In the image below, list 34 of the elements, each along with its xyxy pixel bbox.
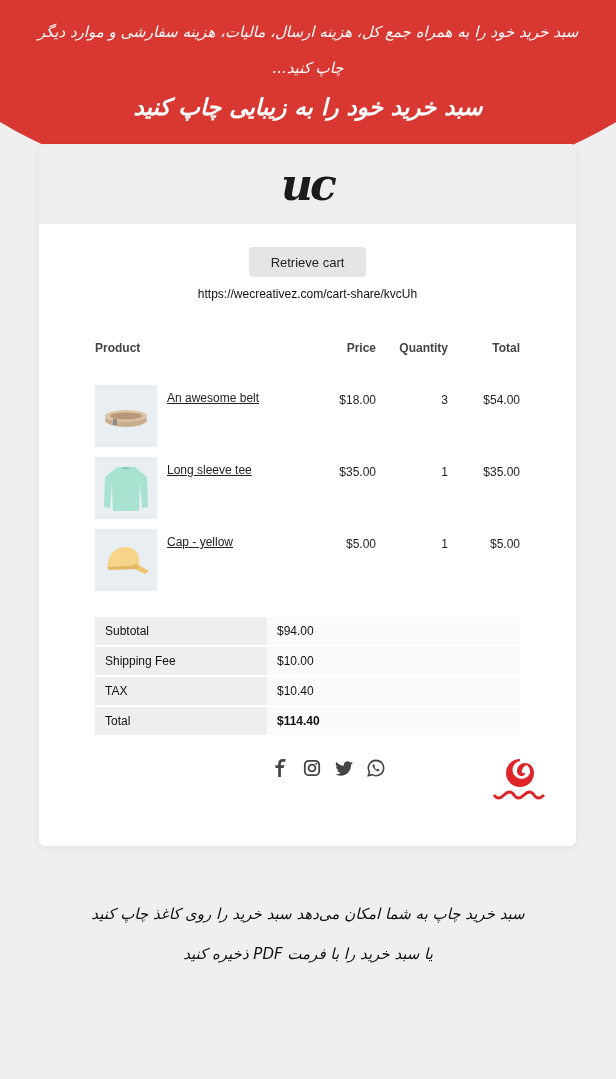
whatsapp-icon[interactable] <box>366 759 385 777</box>
totals-label: Subtotal <box>95 617 267 645</box>
product-link[interactable]: Cap - yellow <box>167 535 234 549</box>
quantity-cell: 1 <box>376 455 448 527</box>
price-cell-text: $18.00 <box>338 392 376 409</box>
totals-label: Total <box>95 707 267 735</box>
banner-subtitle: سبد خرید خود را به همراه جمع کل، هزینه ارسال، مالیات، هزینه سفارشی و موارد دیگر چاپ کنید... <box>35 22 580 79</box>
price-cell-text: $35.00 <box>338 464 376 481</box>
banner-title: سبد خرید خود را به زیبایی چاپ کنید <box>132 93 484 123</box>
totals-value: $94.00 <box>267 617 520 645</box>
column-header: Quantity <box>376 331 448 383</box>
retrieve-cart-button[interactable]: Retrieve cart <box>248 247 367 277</box>
footer-text: سبد خرید چاپ به شما امکان می‌دهد سبد خرید را روی کاغذ چاپ کنید <box>90 904 526 925</box>
total-cell: $35.00 <box>448 455 520 527</box>
totals-value: $10.00 <box>267 647 520 675</box>
product-link[interactable]: An awesome belt <box>167 391 260 405</box>
totals-value: $10.40 <box>267 677 520 705</box>
total-cell: $5.00 <box>448 527 520 599</box>
totals-label: TAX <box>95 677 267 705</box>
share-url: https://wecreativez.com/cart-share/kvcUh <box>197 287 418 301</box>
quantity-cell: 1 <box>376 527 448 599</box>
totals-value: $114.40 <box>267 707 520 735</box>
total-cell: $54.00 <box>448 383 520 455</box>
logo: uc <box>281 158 334 210</box>
footer-text: یا سبد خرید را با فرمت PDF ذخیره کنید <box>182 944 434 965</box>
price-cell-text: $5.00 <box>344 536 376 553</box>
column-header: Product <box>95 340 142 357</box>
totals-label: Shipping Fee <box>95 647 267 675</box>
twitter-icon[interactable] <box>334 759 353 777</box>
quantity-cell: 3 <box>376 383 448 455</box>
product-link[interactable]: Long sleeve tee <box>167 463 252 477</box>
column-header: Total <box>448 331 520 383</box>
column-header: Price <box>345 340 376 357</box>
instagram-icon[interactable] <box>302 759 321 777</box>
